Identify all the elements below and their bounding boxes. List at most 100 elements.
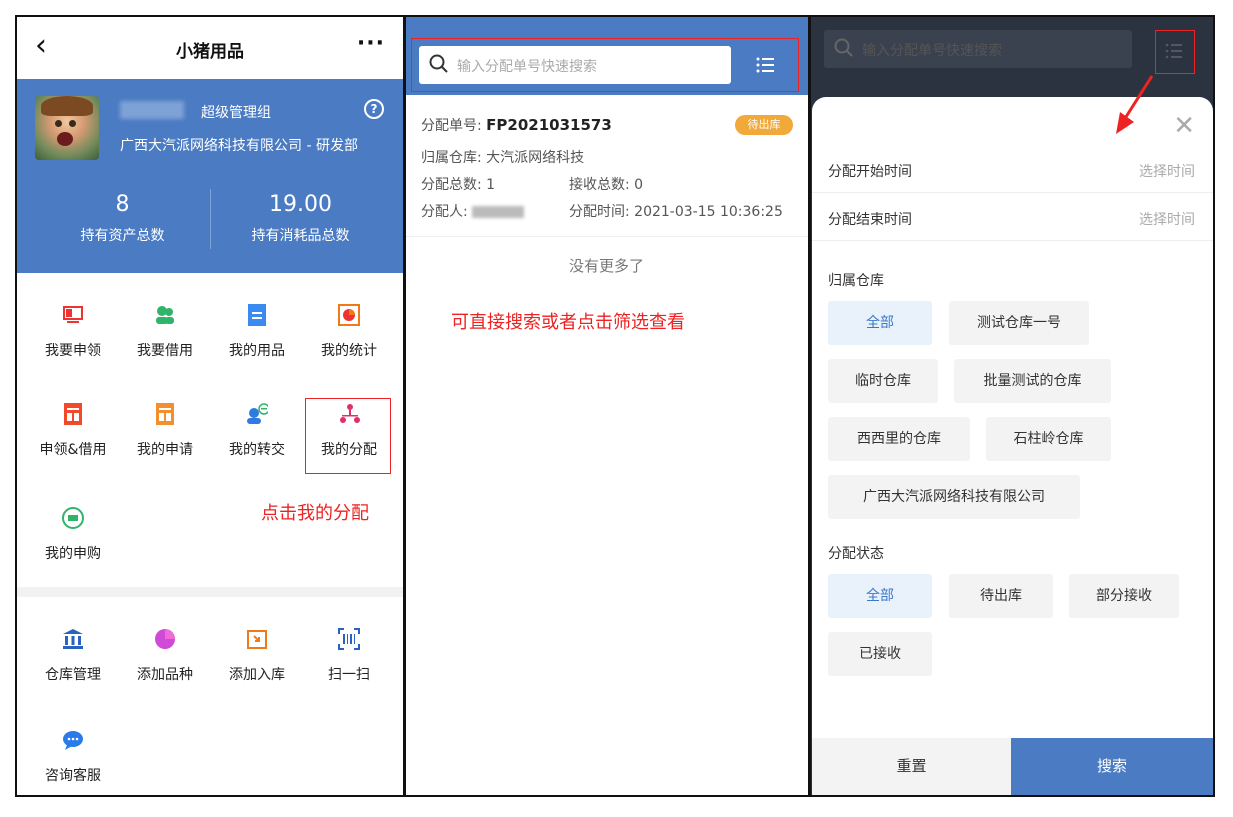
distribution-no-value: FP2021031573 (486, 116, 612, 134)
close-icon[interactable]: ✕ (1173, 113, 1195, 139)
monitor-icon (62, 304, 84, 326)
chat-icon (62, 729, 84, 751)
status-chip[interactable]: 待出库 (949, 574, 1053, 618)
warehouse-chip[interactable]: 批量测试的仓库 (954, 359, 1111, 403)
status-chip[interactable]: 部分接收 (1069, 574, 1179, 618)
card-received: 接收总数: 0 (569, 177, 644, 193)
menu-label: 我的转交 (229, 442, 285, 458)
end-time-label: 分配结束时间 (828, 212, 912, 228)
menu-add-inbound[interactable]: 添加入库 (209, 628, 305, 684)
user-org: 广西大汽派网络科技有限公司 - 研发部 (120, 138, 358, 154)
warehouse-chip[interactable]: 临时仓库 (828, 359, 938, 403)
people-icon (154, 304, 176, 326)
transfer-icon (246, 403, 268, 425)
bank-icon (62, 628, 84, 650)
warehouse-chip[interactable]: 广西大汽派网络科技有限公司 (828, 475, 1080, 519)
pie-icon (154, 628, 176, 650)
card-assigner: 分配人: (421, 201, 525, 221)
menu-my-requests[interactable]: 我的申请 (117, 403, 213, 459)
scan-icon (338, 628, 360, 650)
filter-sheet: ✕ 分配开始时间 选择时间 分配结束时间 选择时间 归属仓库 全部 测试仓库一号… (812, 97, 1213, 795)
highlight-box (305, 398, 391, 474)
menu-borrow[interactable]: 我要借用 (117, 304, 213, 360)
panel-separator (808, 17, 811, 795)
stat-assets-value: 8 (115, 192, 130, 217)
warehouse-chip[interactable]: 测试仓库一号 (949, 301, 1089, 345)
document-icon (246, 304, 268, 326)
no-more-text: 没有更多了 (568, 257, 644, 275)
menu-label: 扫一扫 (328, 667, 370, 683)
start-time-label: 分配开始时间 (828, 164, 912, 180)
start-time-value: 选择时间 (1139, 164, 1195, 180)
help-icon[interactable]: ? (364, 99, 384, 119)
panel-separator (403, 17, 406, 795)
card-total: 分配总数: 1 (421, 177, 496, 193)
warehouse-section-title: 归属仓库 (828, 273, 884, 289)
cart-icon (62, 507, 84, 529)
status-chip[interactable]: 已接收 (828, 632, 932, 676)
menu-statistics[interactable]: 我的统计 (301, 304, 397, 360)
form-icon (62, 403, 84, 425)
search-icon (834, 38, 854, 62)
menu-customer-service[interactable]: 咨询客服 (25, 729, 121, 785)
menu-apply[interactable]: 我要申领 (25, 304, 121, 360)
stat-assets[interactable]: 8 持有资产总数 (26, 191, 219, 245)
menu-label: 我的用品 (229, 343, 285, 359)
list-filter-icon (1165, 43, 1182, 59)
card-time: 分配时间: 2021-03-15 10:36:25 (569, 204, 783, 220)
assigner-blurred (472, 206, 525, 218)
distribution-card[interactable]: 分配单号: FP2021031573 待出库 归属仓库: 大汽派网络科技 分配总… (405, 95, 808, 237)
highlight-box (411, 38, 799, 92)
status-chip-all[interactable]: 全部 (828, 574, 932, 618)
start-time-row[interactable]: 分配开始时间 选择时间 (812, 145, 1213, 193)
distribution-list-panel: 输入分配单号快速搜索 分配单号: FP2021031573 待出库 归属仓库: … (405, 17, 808, 795)
stat-assets-label: 持有资产总数 (80, 228, 165, 244)
filter-button-highlight[interactable] (1155, 30, 1195, 74)
avatar[interactable] (35, 96, 99, 160)
menu-scan[interactable]: 扫一扫 (301, 628, 397, 684)
stat-consumables-value: 19.00 (269, 192, 332, 217)
distribution-no: 分配单号: FP2021031573 (421, 115, 612, 135)
menu-label: 我要借用 (137, 343, 193, 359)
annotation-search-or-filter: 可直接搜索或者点击筛选查看 (451, 312, 685, 333)
import-icon (246, 628, 268, 650)
search-placeholder: 输入分配单号快速搜索 (862, 43, 1002, 59)
menu-apply-borrow[interactable]: 申领&借用 (25, 403, 121, 459)
card-warehouse: 归属仓库: 大汽派网络科技 (421, 150, 585, 166)
form-icon (154, 403, 176, 425)
more-icon[interactable]: ··· (357, 31, 385, 56)
menu-label: 我的申购 (45, 546, 101, 562)
red-arrow-icon (1116, 75, 1154, 134)
warehouse-chip[interactable]: 石柱岭仓库 (986, 417, 1111, 461)
card-assigner-label: 分配人: (421, 204, 468, 220)
search-bar: 输入分配单号快速搜索 (405, 17, 808, 95)
menu-warehouse-manage[interactable]: 仓库管理 (25, 628, 121, 684)
warehouse-chip-all[interactable]: 全部 (828, 301, 932, 345)
menu-my-transfer[interactable]: 我的转交 (209, 403, 305, 459)
stat-consumables[interactable]: 19.00 持有消耗品总数 (204, 191, 397, 245)
status-badge: 待出库 (735, 115, 793, 135)
menu-label: 添加品种 (137, 667, 193, 683)
distribution-no-label: 分配单号: (421, 118, 482, 134)
menu-my-purchase[interactable]: 我的申购 (25, 507, 121, 563)
profile-card: 超级管理组 ? 广西大汽派网络科技有限公司 - 研发部 8 持有资产总数 19.… (17, 79, 403, 273)
menu-add-category[interactable]: 添加品种 (117, 628, 213, 684)
page-title: 小猪用品 (176, 42, 244, 62)
search-button[interactable]: 搜索 (1011, 738, 1213, 795)
menu-label: 添加入库 (229, 667, 285, 683)
annotation-click-distribution: 点击我的分配 (261, 503, 369, 524)
menu-label: 申领&借用 (39, 442, 107, 458)
menu-label: 仓库管理 (45, 667, 101, 683)
end-time-value: 选择时间 (1139, 212, 1195, 228)
menu-label: 咨询客服 (45, 768, 101, 784)
search-input-dimmed: 输入分配单号快速搜索 (824, 30, 1132, 68)
menu-label: 我的统计 (321, 343, 377, 359)
filter-panel: 输入分配单号快速搜索 ✕ 分配开始时间 选择时间 分配结束时间 选择时间 归属仓… (810, 17, 1213, 795)
menu-my-items[interactable]: 我的用品 (209, 304, 305, 360)
menu-label: 我要申领 (45, 343, 101, 359)
reset-button[interactable]: 重置 (812, 738, 1011, 795)
pie-chart-icon (338, 304, 360, 326)
section-divider (17, 587, 403, 597)
warehouse-chip[interactable]: 西西里的仓库 (828, 417, 970, 461)
end-time-row[interactable]: 分配结束时间 选择时间 (812, 193, 1213, 241)
